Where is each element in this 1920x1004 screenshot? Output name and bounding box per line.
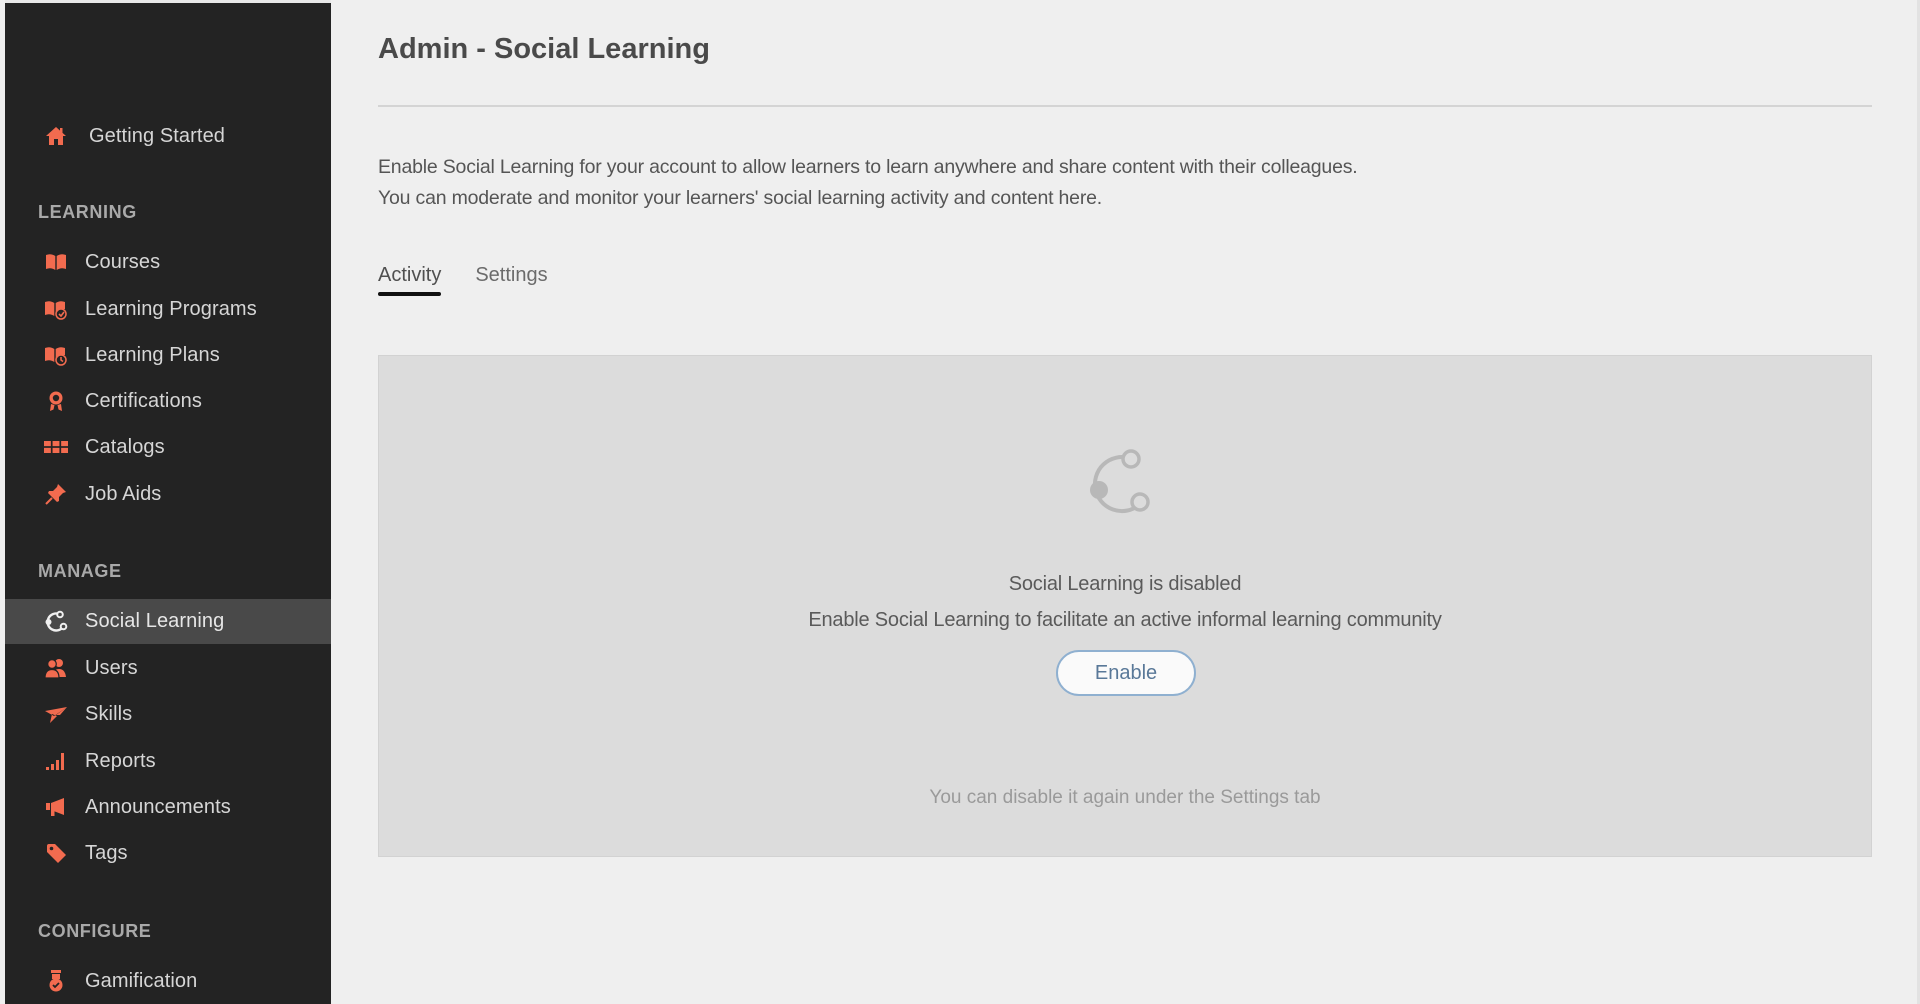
skills-icon: [38, 701, 74, 727]
description-line-1: Enable Social Learning for your account …: [378, 156, 1358, 178]
sidebar-item-job-aids[interactable]: Job Aids: [5, 472, 331, 516]
section-title-configure: CONFIGURE: [38, 921, 152, 941]
learning-program-icon: [38, 296, 74, 322]
sidebar-item-label: Getting Started: [89, 124, 226, 147]
main-content: Admin - Social Learning Enable Social Le…: [331, 0, 1920, 1004]
tab-settings[interactable]: Settings: [475, 264, 547, 293]
enable-button[interactable]: Enable: [1056, 650, 1196, 696]
sidebar-item-reports[interactable]: Reports: [5, 739, 331, 783]
sidebar-item-label: Certifications: [85, 389, 202, 412]
section-title-manage: MANAGE: [38, 561, 122, 581]
disabled-status-text: Social Learning is disabled: [1008, 573, 1242, 595]
sidebar-item-label: Learning Plans: [85, 343, 220, 366]
catalog-grid-icon: [38, 434, 74, 460]
sidebar-item-skills[interactable]: Skills: [5, 692, 331, 736]
tab-activity[interactable]: Activity: [378, 264, 442, 296]
app-window: Getting Started LEARNING Courses Learnin…: [0, 0, 1920, 1004]
sidebar-item-label: Gamification: [85, 969, 198, 992]
header-divider: [378, 105, 1872, 107]
social-learning-icon: [38, 609, 74, 635]
sidebar-item-learning-programs[interactable]: Learning Programs: [5, 287, 331, 331]
learning-plan-icon: [38, 342, 74, 368]
sidebar-item-courses[interactable]: Courses: [5, 240, 331, 284]
sidebar-item-label: Social Learning: [85, 610, 225, 632]
sidebar-item-label: Announcements: [85, 795, 231, 818]
sidebar-item-label: Job Aids: [85, 482, 162, 505]
book-icon: [38, 249, 74, 275]
social-learning-icon: [1079, 443, 1159, 523]
sidebar-item-label: Tags: [85, 841, 128, 864]
sidebar-item-tags[interactable]: Tags: [5, 831, 331, 875]
description-line-2: You can moderate and monitor your learne…: [378, 187, 1102, 209]
tag-icon: [38, 840, 74, 866]
sidebar-item-label: Learning Programs: [85, 297, 257, 320]
sidebar-item-learning-plans[interactable]: Learning Plans: [5, 333, 331, 377]
sidebar-item-label: Courses: [85, 250, 161, 273]
sidebar-item-social-learning[interactable]: Social Learning: [5, 599, 331, 644]
users-icon: [38, 655, 74, 681]
sidebar-item-gamification[interactable]: Gamification: [5, 959, 331, 1003]
certificate-icon: [38, 388, 74, 414]
pushpin-icon: [38, 481, 74, 507]
sidebar-item-catalogs[interactable]: Catalogs: [5, 425, 331, 469]
page-title: Admin - Social Learning: [378, 33, 710, 65]
sidebar-item-label: Reports: [85, 749, 156, 772]
reports-bars-icon: [38, 748, 74, 774]
section-title-learning: LEARNING: [38, 202, 137, 222]
megaphone-icon: [38, 794, 74, 820]
sidebar-item-label: Catalogs: [85, 435, 165, 458]
sidebar-item-certifications[interactable]: Certifications: [5, 379, 331, 423]
sidebar-item-getting-started[interactable]: Getting Started: [5, 114, 331, 158]
sidebar-item-users[interactable]: Users: [5, 646, 331, 690]
disable-note-text: You can disable it again under the Setti…: [929, 787, 1321, 808]
disabled-message-text: Enable Social Learning to facilitate an …: [808, 609, 1442, 631]
sidebar-item-label: Skills: [85, 702, 133, 725]
social-learning-disabled-panel: Social Learning is disabled Enable Socia…: [378, 355, 1872, 857]
sidebar-item-announcements[interactable]: Announcements: [5, 785, 331, 829]
sidebar: Getting Started LEARNING Courses Learnin…: [5, 0, 331, 1004]
tab-bar: Activity Settings: [378, 264, 548, 296]
sidebar-item-label: Users: [85, 656, 138, 679]
home-icon: [38, 123, 74, 149]
gamification-medal-icon: [38, 968, 74, 994]
